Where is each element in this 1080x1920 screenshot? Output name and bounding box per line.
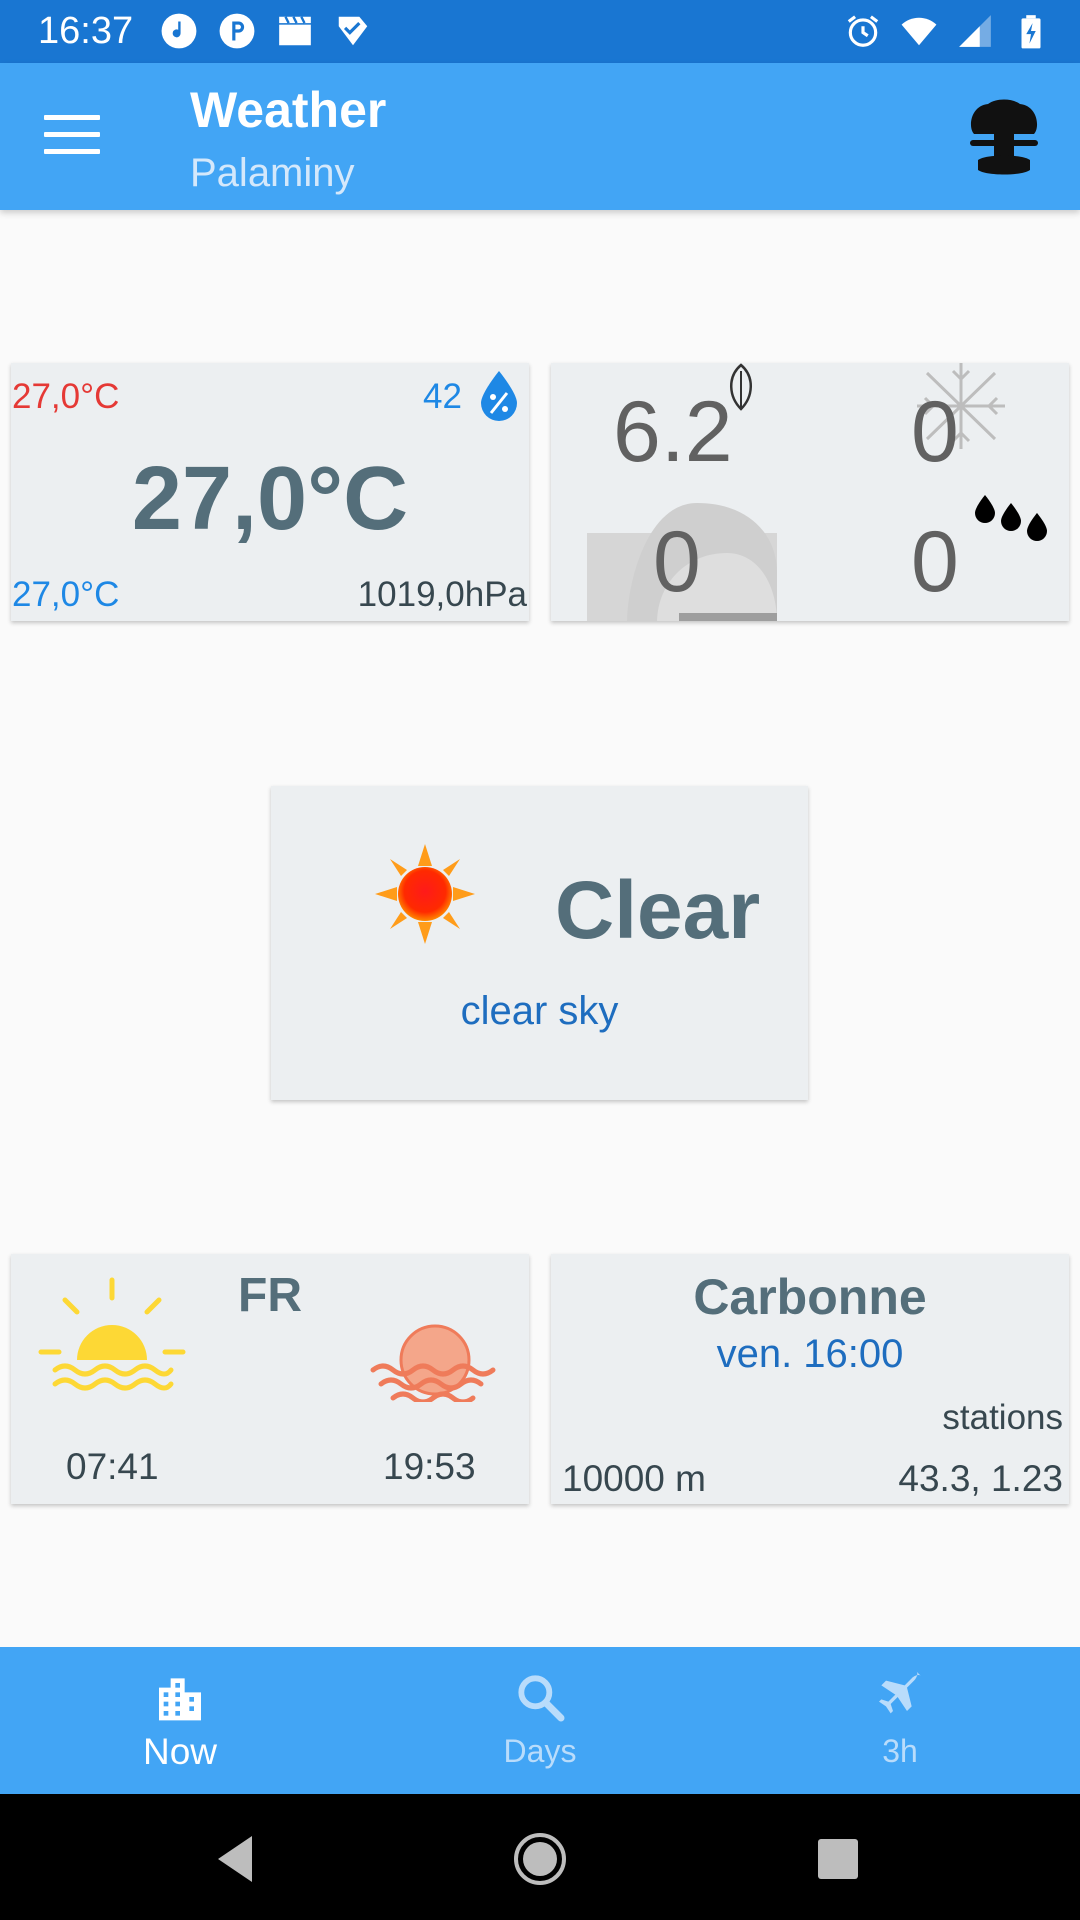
- city-icon: [159, 1678, 201, 1721]
- airplane-icon: [879, 1671, 921, 1714]
- system-navigation-bar: [0, 1794, 1080, 1920]
- sunset-icon: [370, 1324, 496, 1402]
- check-app-icon: [338, 16, 368, 46]
- rain-drops-icon: [975, 495, 1047, 541]
- visibility-value: 10000 m: [562, 1458, 706, 1499]
- wind-precipitation-card[interactable]: 6.2 0 0 0: [551, 363, 1069, 621]
- location-card[interactable]: Carbonne ven. 16:00 stations 10000 m 43.…: [551, 1254, 1069, 1504]
- humidity-drop-icon: [481, 371, 517, 421]
- search-icon: [518, 1675, 565, 1722]
- hamburger-menu-icon[interactable]: [44, 115, 100, 159]
- mushroom-cloud-icon[interactable]: [966, 98, 1042, 178]
- clapper-icon: [279, 16, 311, 46]
- cloudiness-value: 0: [653, 514, 701, 610]
- music-app-icon: [161, 13, 197, 49]
- home-icon[interactable]: [505, 1824, 575, 1894]
- condition-main: Clear: [555, 865, 761, 956]
- condition-card[interactable]: Clear clear sky: [271, 786, 808, 1100]
- coordinates-value: 43.3, 1.23: [898, 1458, 1063, 1499]
- nav-days[interactable]: Days: [360, 1647, 720, 1794]
- wifi-icon: [901, 17, 937, 46]
- max-temperature: 27,0°C: [12, 377, 120, 416]
- recents-icon[interactable]: [803, 1824, 873, 1894]
- nav-3h[interactable]: 3h: [720, 1647, 1080, 1794]
- sun-icon: [375, 844, 475, 944]
- humidity-value: 42: [423, 377, 462, 416]
- status-bar: 16:37: [0, 0, 1080, 63]
- nav-now[interactable]: Now: [0, 1647, 360, 1794]
- app-bar: Weather Palaminy: [0, 63, 1080, 210]
- station-name: Carbonne: [693, 1269, 927, 1325]
- pressure-value: 1019,0hPa: [357, 575, 527, 614]
- bottom-navigation: Now Days 3h: [0, 1647, 1080, 1794]
- status-time: 16:37: [38, 10, 134, 52]
- current-temperature: 27,0°C: [131, 449, 409, 549]
- condition-description: clear sky: [460, 989, 619, 1033]
- rain-value: 0: [911, 514, 959, 610]
- nav-3h-label: 3h: [882, 1733, 918, 1769]
- stations-link[interactable]: stations: [942, 1398, 1063, 1438]
- temperature-card[interactable]: 27,0°C 42 27,0°C 27,0°C 1019,0hPa: [11, 363, 529, 621]
- back-icon[interactable]: [202, 1824, 272, 1894]
- sunset-time: 19:53: [383, 1446, 476, 1487]
- snow-value: 0: [911, 384, 959, 480]
- nav-now-label: Now: [142, 1731, 218, 1772]
- nav-days-label: Days: [503, 1733, 577, 1769]
- battery-charging-icon: [1021, 15, 1041, 49]
- app-title: Weather: [190, 82, 387, 138]
- signal-icon: [959, 15, 991, 47]
- sunrise-icon: [38, 1277, 186, 1391]
- sun-card[interactable]: FR 07:41 19:53: [11, 1254, 529, 1504]
- wind-speed-value: 6.2: [613, 384, 733, 480]
- sunrise-time: 07:41: [66, 1446, 159, 1487]
- station-time: ven. 16:00: [716, 1332, 904, 1376]
- location-subtitle: Palaminy: [190, 151, 355, 195]
- p-app-icon: [219, 13, 255, 49]
- alarm-icon: [847, 15, 879, 47]
- min-temperature: 27,0°C: [12, 575, 120, 614]
